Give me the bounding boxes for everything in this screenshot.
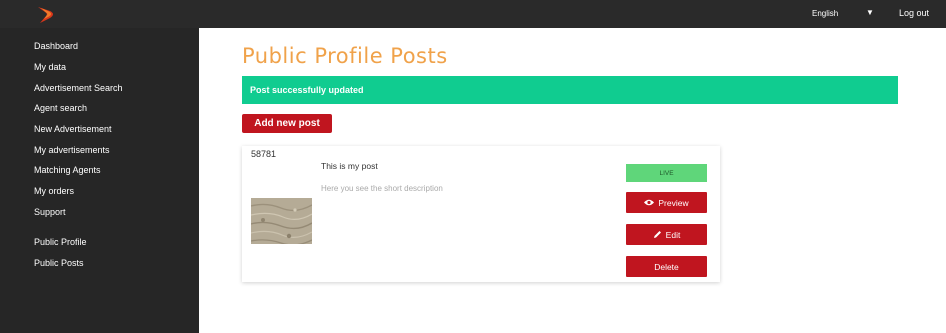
sidebar-item-advertisement-search[interactable]: Advertisement Search (34, 83, 123, 93)
alert-message: Post successfully updated (250, 85, 364, 95)
language-select[interactable]: English (812, 9, 838, 18)
sidebar: Dashboard My data Advertisement Search A… (0, 28, 199, 333)
edit-button[interactable]: Edit (626, 224, 707, 245)
live-status-badge: LIVE (626, 164, 707, 182)
post-id: 58781 (251, 149, 277, 159)
add-new-post-button[interactable]: Add new post (242, 114, 332, 133)
post-card: 58781 This is my post Here you see the s… (242, 146, 720, 282)
pencil-icon (653, 231, 661, 238)
caret-down-icon[interactable]: ▼ (866, 8, 874, 17)
preview-label: Preview (658, 197, 689, 208)
top-bar: English ▼ Log out (0, 0, 946, 28)
preview-button[interactable]: Preview (626, 192, 707, 213)
post-title: This is my post (321, 161, 378, 171)
sidebar-item-public-posts[interactable]: Public Posts (34, 258, 84, 268)
sidebar-item-public-profile[interactable]: Public Profile (34, 237, 87, 247)
sidebar-item-my-data[interactable]: My data (34, 62, 66, 72)
post-thumbnail (251, 198, 312, 244)
eye-icon (644, 199, 655, 206)
sidebar-item-matching-agents[interactable]: Matching Agents (34, 165, 101, 175)
success-alert: Post successfully updated (242, 76, 898, 104)
sidebar-item-dashboard[interactable]: Dashboard (34, 41, 78, 51)
logout-link[interactable]: Log out (899, 8, 929, 18)
delete-label: Delete (654, 261, 679, 272)
sidebar-item-new-advertisement[interactable]: New Advertisement (34, 124, 112, 134)
delete-button[interactable]: Delete (626, 256, 707, 277)
sidebar-item-agent-search[interactable]: Agent search (34, 103, 87, 113)
logo-icon[interactable] (36, 6, 58, 24)
post-description: Here you see the short description (321, 184, 443, 193)
sidebar-item-my-orders[interactable]: My orders (34, 186, 74, 196)
sidebar-item-support[interactable]: Support (34, 207, 66, 217)
sidebar-item-my-advertisements[interactable]: My advertisements (34, 145, 110, 155)
edit-label: Edit (665, 229, 681, 240)
page-title: Public Profile Posts (242, 44, 448, 68)
